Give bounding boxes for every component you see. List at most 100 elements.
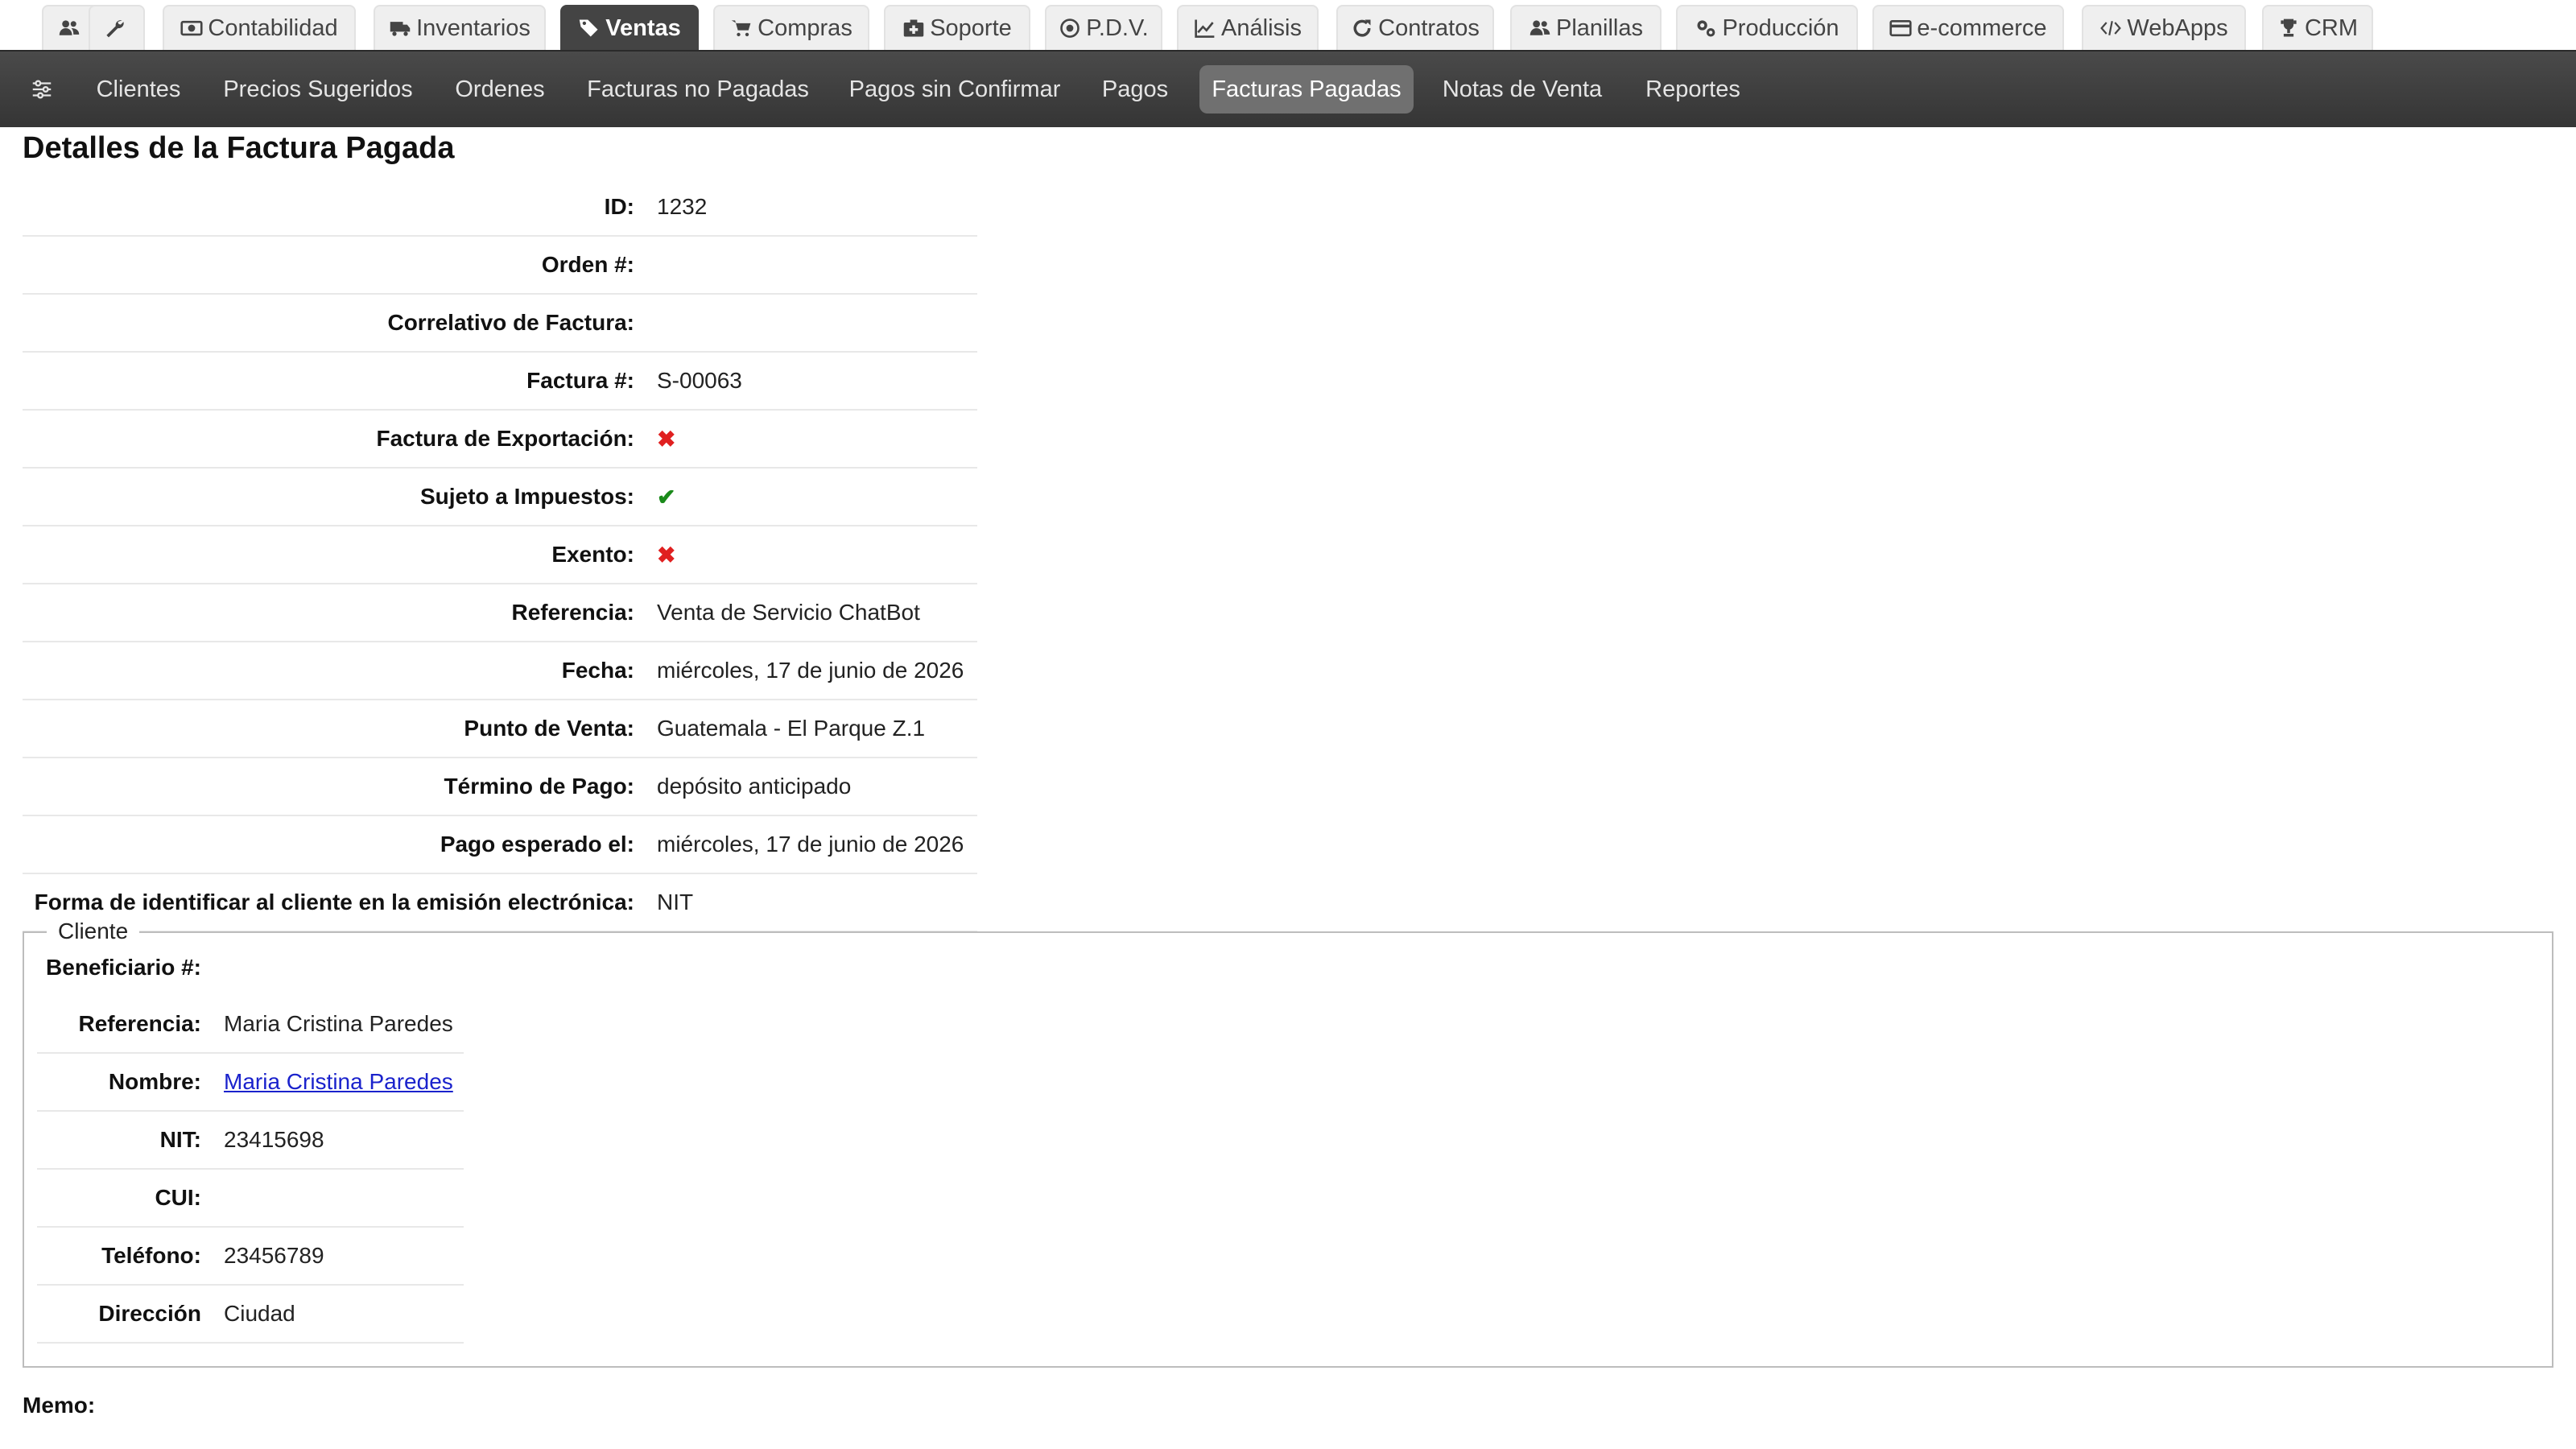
detail-label: Fecha: — [561, 658, 634, 683]
subnav-precios-sugeridos[interactable]: Precios Sugeridos — [211, 65, 425, 114]
cliente-row-direccion: Dirección Ciudad — [37, 1286, 464, 1344]
cliente-row-beneficiario: Beneficiario #: — [37, 939, 464, 996]
detail-row-orden: Orden #: — [23, 237, 977, 295]
detail-row-termino-de-pago: Término de Pago: depósito anticipado — [23, 758, 977, 816]
cliente-value: Ciudad — [224, 1301, 295, 1326]
detail-label: Pago esperado el: — [440, 832, 634, 857]
subnav-clientes[interactable]: Clientes — [84, 65, 193, 114]
tab-analisis[interactable]: Análisis — [1177, 5, 1319, 50]
cliente-row-cui: CUI: — [37, 1170, 464, 1228]
tab-inventarios[interactable]: Inventarios — [374, 5, 546, 50]
cliente-value: Maria Cristina Paredes — [224, 1011, 453, 1036]
subnav-ordenes[interactable]: Ordenes — [444, 65, 555, 114]
tab-webapps[interactable]: WebApps — [2082, 5, 2246, 50]
subnav-pagos[interactable]: Pagos — [1088, 65, 1182, 114]
detail-value: S-00063 — [657, 368, 742, 393]
refresh-icon — [1353, 19, 1371, 37]
detail-row-impuestos: Sujeto a Impuestos: ✔ — [23, 469, 977, 526]
detail-value: depósito anticipado — [657, 774, 852, 799]
cliente-details: Beneficiario #: Referencia: Maria Cristi… — [37, 939, 464, 1344]
cliente-row-nit: NIT: 23415698 — [37, 1112, 464, 1170]
detail-label: Exento: — [551, 542, 634, 567]
module-tabs: Contabilidad Inventarios Ventas Compras … — [0, 0, 2576, 50]
tab-soporte[interactable]: Soporte — [884, 5, 1030, 50]
tags-icon — [580, 19, 598, 37]
cliente-label: Teléfono: — [101, 1243, 201, 1268]
detail-label: Factura de Exportación: — [376, 426, 634, 451]
detail-value: miércoles, 17 de junio de 2026 — [657, 658, 964, 683]
detail-value: miércoles, 17 de junio de 2026 — [657, 832, 964, 857]
detail-row-pago-esperado: Pago esperado el: miércoles, 17 de junio… — [23, 816, 977, 874]
cliente-row-telefono: Teléfono: 23456789 — [37, 1228, 464, 1286]
detail-row-exento: Exento: ✖ — [23, 526, 977, 584]
users-icon — [59, 20, 80, 35]
check-icon: ✔ — [657, 484, 676, 510]
detail-row-fecha: Fecha: miércoles, 17 de junio de 2026 — [23, 642, 977, 700]
detail-label: Punto de Venta: — [464, 716, 634, 741]
tab-compras[interactable]: Compras — [713, 5, 869, 50]
detail-row-id: ID: 1232 — [23, 179, 977, 237]
credit-card-icon — [1889, 19, 1912, 37]
detail-label: ID: — [604, 194, 634, 219]
sliders-icon — [32, 80, 52, 99]
tab-pdv[interactable]: P.D.V. — [1045, 5, 1162, 50]
money-icon — [180, 20, 203, 36]
tab-ecommerce[interactable]: e-commerce — [1872, 5, 2064, 50]
wrench-icon — [106, 20, 124, 38]
detail-row-referencia: Referencia: Venta de Servicio ChatBot — [23, 584, 977, 642]
medkit-icon — [903, 19, 924, 37]
invoice-details: ID: 1232 Orden #: Correlativo de Factura… — [23, 179, 977, 932]
tab-planillas[interactable]: Planillas — [1510, 5, 1662, 50]
line-chart-icon — [1195, 19, 1215, 38]
detail-label: Factura #: — [526, 368, 634, 393]
detail-label: Forma de identificar al cliente en la em… — [34, 890, 634, 914]
cliente-label: Referencia: — [78, 1011, 201, 1036]
cliente-label: Nombre: — [108, 1069, 201, 1094]
tab-contratos[interactable]: Contratos — [1336, 5, 1494, 50]
cliente-label: NIT: — [159, 1127, 201, 1152]
subnav-notas-de-venta[interactable]: Notas de Venta — [1431, 65, 1613, 114]
cliente-label: Dirección — [98, 1301, 201, 1326]
tab-crm[interactable]: CRM — [2262, 5, 2373, 50]
subnav-pagos-sin-confirmar[interactable]: Pagos sin Confirmar — [840, 65, 1069, 114]
cart-icon — [731, 20, 751, 37]
detail-label: Orden #: — [541, 252, 634, 277]
cogs-icon — [1697, 20, 1715, 37]
cliente-fieldset: Cliente Beneficiario #: Referencia: Mari… — [23, 919, 2553, 1368]
detail-value: NIT — [657, 890, 694, 914]
detail-row-correlativo: Correlativo de Factura: — [23, 295, 977, 353]
code-icon — [2100, 21, 2122, 35]
detail-label: Término de Pago: — [444, 774, 634, 799]
cliente-name-link[interactable]: Maria Cristina Paredes — [201, 1069, 453, 1095]
detail-label: Correlativo de Factura: — [387, 310, 634, 335]
truck-icon — [390, 22, 411, 36]
memo-label: Memo: — [23, 1393, 96, 1418]
detail-value: 1232 — [657, 194, 708, 219]
detail-label: Referencia: — [511, 600, 634, 625]
filter-button[interactable] — [24, 65, 60, 114]
detail-label: Sujeto a Impuestos: — [419, 484, 634, 509]
cliente-row-nombre: Nombre: Maria Cristina Paredes — [37, 1054, 464, 1112]
subnav-facturas-no-pagadas[interactable]: Facturas no Pagadas — [576, 65, 819, 114]
target-icon — [1060, 19, 1080, 38]
page-title: Detalles de la Factura Pagada — [23, 131, 455, 165]
subnav-reportes[interactable]: Reportes — [1634, 65, 1752, 114]
subnav-facturas-pagadas[interactable]: Facturas Pagadas — [1199, 65, 1414, 114]
detail-row-exportacion: Factura de Exportación: ✖ — [23, 411, 977, 469]
detail-value: Guatemala - El Parque Z.1 — [657, 716, 926, 741]
cross-icon: ✖ — [657, 426, 676, 452]
cliente-label: Beneficiario #: — [46, 955, 201, 980]
cliente-label: CUI: — [155, 1185, 201, 1210]
tab-ventas[interactable]: Ventas — [560, 5, 699, 50]
cliente-value: 23415698 — [224, 1127, 324, 1152]
tab-produccion[interactable]: Producción — [1676, 5, 1858, 50]
users-icon — [1530, 20, 1550, 35]
trophy-icon — [2281, 19, 2297, 37]
tab-tools[interactable] — [89, 5, 145, 50]
tab-contabilidad[interactable]: Contabilidad — [163, 5, 356, 50]
cliente-value: 23456789 — [224, 1243, 324, 1268]
cliente-row-referencia: Referencia: Maria Cristina Paredes — [37, 996, 464, 1054]
detail-row-punto-de-venta: Punto de Venta: Guatemala - El Parque Z.… — [23, 700, 977, 758]
detail-row-forma-identificar: Forma de identificar al cliente en la em… — [23, 874, 977, 932]
detail-value: Venta de Servicio ChatBot — [657, 600, 920, 625]
